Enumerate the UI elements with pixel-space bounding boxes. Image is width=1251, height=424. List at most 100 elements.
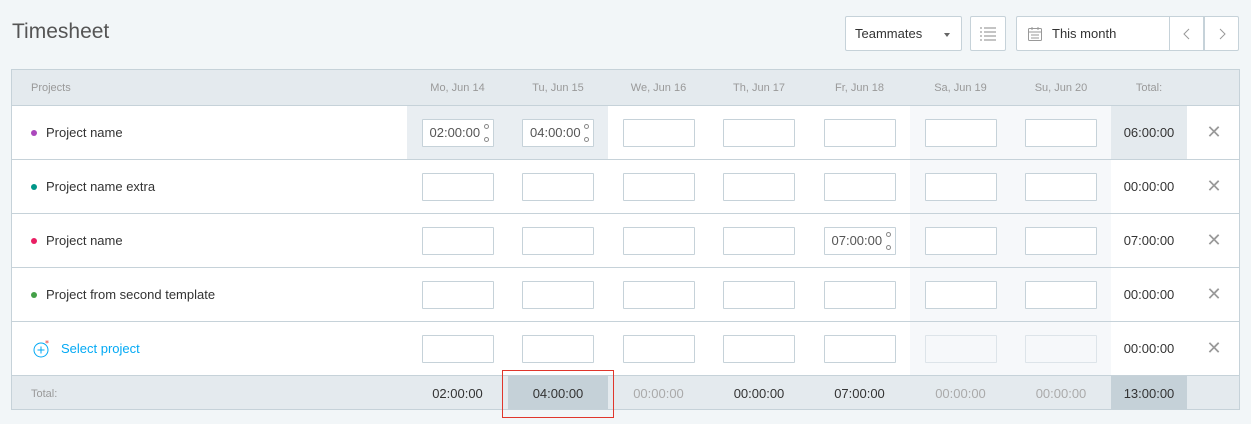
grand-total-value: 13:00:00	[1123, 386, 1175, 401]
day-total: 00:00:00	[709, 376, 809, 409]
remove-row-button[interactable]: ✕	[1187, 214, 1239, 267]
time-input[interactable]	[622, 118, 695, 147]
teammates-label: Teammates	[855, 26, 923, 41]
time-cell	[809, 322, 910, 375]
row-total-value: 00:00:00	[1123, 341, 1175, 356]
time-cell	[608, 214, 709, 267]
time-input[interactable]	[421, 172, 494, 201]
time-cell	[407, 214, 508, 267]
time-cell	[910, 268, 1011, 321]
time-cell	[407, 160, 508, 213]
time-input[interactable]	[823, 118, 896, 147]
time-input[interactable]	[522, 172, 594, 201]
day-column-header: Tu, Jun 15	[532, 81, 584, 94]
remove-row-button[interactable]: ✕	[1187, 268, 1239, 321]
row-total: 07:00:00	[1111, 214, 1187, 267]
time-cell: 07:00:00	[809, 214, 910, 267]
time-input[interactable]	[522, 334, 594, 363]
list-view-button[interactable]	[970, 16, 1006, 51]
project-cell[interactable]: Project from second template	[12, 268, 407, 321]
time-cell	[1011, 322, 1111, 375]
time-cell	[608, 322, 709, 375]
time-cell	[608, 160, 709, 213]
time-input[interactable]	[622, 172, 695, 201]
row-total-value: 00:00:00	[1123, 179, 1175, 194]
time-cell	[910, 106, 1011, 159]
time-input[interactable]	[723, 334, 795, 363]
day-total-value: 07:00:00	[834, 386, 885, 401]
spinner-icon[interactable]	[885, 231, 892, 250]
time-value: 07:00:00	[831, 233, 883, 248]
time-input[interactable]	[421, 280, 494, 309]
teammates-dropdown[interactable]: Teammates	[845, 16, 962, 51]
time-input[interactable]	[622, 280, 695, 309]
time-input[interactable]	[924, 280, 997, 309]
time-input[interactable]	[421, 334, 494, 363]
time-input[interactable]	[522, 226, 594, 255]
project-color-dot	[31, 183, 37, 190]
time-input[interactable]	[823, 172, 896, 201]
project-name: Project from second template	[46, 287, 216, 302]
time-input[interactable]	[924, 226, 997, 255]
project-color-dot	[31, 237, 37, 244]
close-icon: ✕	[1206, 284, 1222, 304]
remove-row-button[interactable]: ✕	[1187, 160, 1239, 213]
time-input[interactable]	[823, 334, 896, 363]
time-cell	[910, 160, 1011, 213]
time-input[interactable]	[1025, 118, 1097, 147]
time-input[interactable]	[723, 118, 795, 147]
total-column-header: Total:	[1135, 81, 1163, 94]
totals-label: Total:	[31, 387, 58, 400]
time-input[interactable]: 07:00:00	[823, 226, 896, 255]
svg-text:*: *	[45, 340, 49, 348]
time-cell	[709, 160, 809, 213]
time-cell	[1011, 268, 1111, 321]
spinner-icon[interactable]	[483, 123, 490, 142]
project-cell[interactable]: Project name	[12, 106, 407, 159]
next-period-button[interactable]	[1204, 16, 1239, 51]
caret-down-icon	[944, 33, 950, 37]
time-value: 02:00:00	[429, 125, 481, 140]
time-input[interactable]	[622, 334, 695, 363]
time-cell: 04:00:00	[508, 106, 608, 159]
time-input[interactable]	[924, 172, 997, 201]
time-input[interactable]	[924, 118, 997, 147]
day-total: 07:00:00	[809, 376, 910, 409]
time-input[interactable]	[1025, 226, 1097, 255]
close-icon: ✕	[1206, 176, 1222, 196]
time-input[interactable]	[421, 226, 494, 255]
remove-row-button[interactable]: ✕	[1187, 106, 1239, 159]
time-input[interactable]	[723, 280, 795, 309]
date-range-picker[interactable]: This month	[1016, 16, 1170, 51]
select-project-link[interactable]: * Select project	[12, 322, 407, 375]
project-cell[interactable]: Project name	[12, 214, 407, 267]
time-cell	[407, 322, 508, 375]
row-total-value: 00:00:00	[1123, 287, 1175, 302]
time-cell	[709, 268, 809, 321]
day-column-header: Th, Jun 17	[733, 81, 785, 94]
row-total: 00:00:00	[1111, 268, 1187, 321]
previous-period-button[interactable]	[1169, 16, 1204, 51]
time-input[interactable]	[1025, 172, 1097, 201]
time-input[interactable]	[723, 172, 795, 201]
time-cell	[709, 322, 809, 375]
time-cell	[709, 214, 809, 267]
date-range-label: This month	[1052, 26, 1117, 41]
spinner-icon[interactable]	[584, 123, 590, 142]
time-input[interactable]	[823, 280, 896, 309]
time-input-disabled	[924, 334, 997, 363]
calendar-icon	[1028, 27, 1042, 41]
remove-row-button[interactable]: ✕	[1187, 322, 1239, 375]
time-cell	[508, 160, 608, 213]
time-input[interactable]	[1025, 280, 1097, 309]
project-cell[interactable]: Project name extra	[12, 160, 407, 213]
time-input[interactable]	[622, 226, 695, 255]
time-input[interactable]	[723, 226, 795, 255]
time-cell	[508, 214, 608, 267]
time-input[interactable]: 04:00:00	[522, 118, 594, 147]
time-input[interactable]: 02:00:00	[421, 118, 494, 147]
time-cell	[407, 268, 508, 321]
time-input[interactable]	[522, 280, 594, 309]
day-total-value: 00:00:00	[733, 386, 785, 401]
project-name: Project name	[46, 233, 123, 248]
